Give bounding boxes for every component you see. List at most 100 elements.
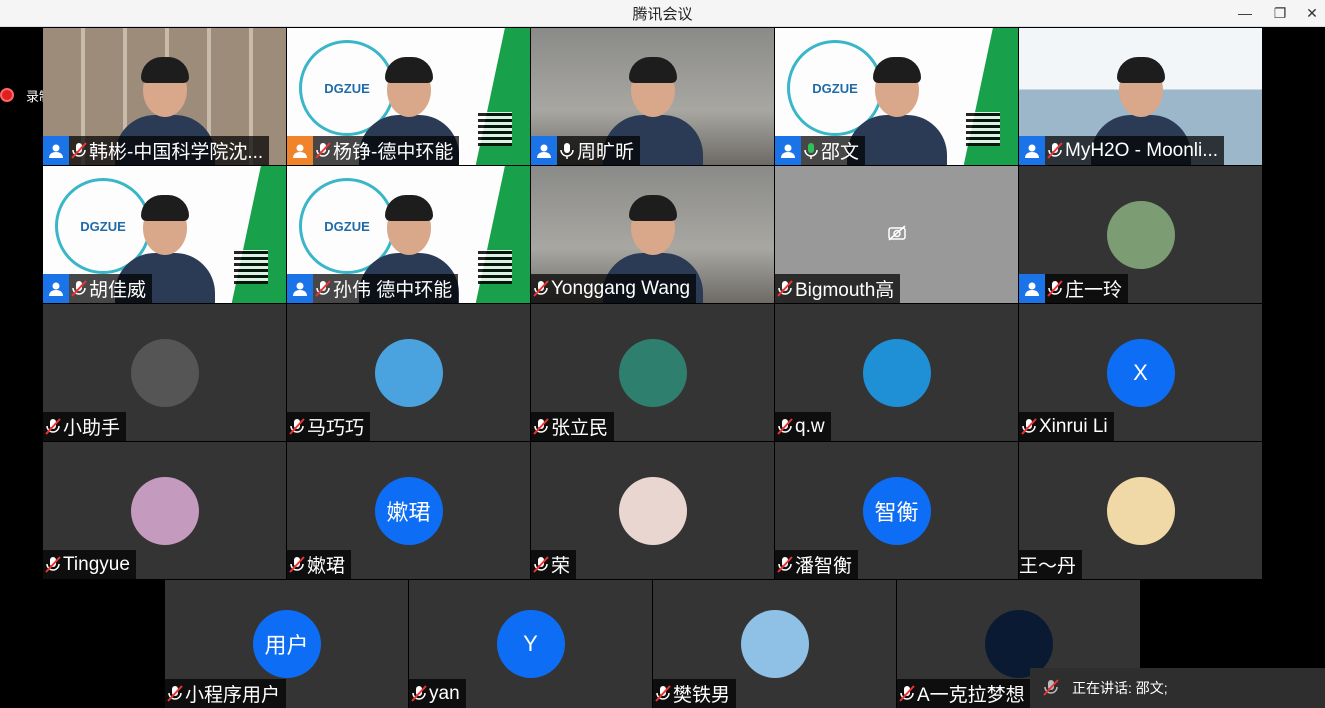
participant-tile[interactable]: DGZUE 邵文 <box>775 28 1018 165</box>
participant-tile[interactable]: X Xinrui Li <box>1019 304 1262 441</box>
participant-label: 小助手 <box>43 412 127 441</box>
avatar-text: 嫰珺 <box>386 499 431 525</box>
participant-tile[interactable]: 周旷昕 <box>531 28 774 165</box>
mic-muted-icon <box>1045 140 1065 162</box>
participant-tile[interactable]: DGZUE 孙伟 德中环能 <box>287 166 530 303</box>
participant-label: 潘智衡 <box>775 550 859 579</box>
avatar: 嫰珺 <box>374 476 443 545</box>
qr-code-icon <box>478 250 512 284</box>
user-icon <box>1019 274 1045 303</box>
participant-name: 小程序用户 <box>185 685 281 706</box>
participant-tile[interactable]: Bigmouth高 <box>775 166 1018 303</box>
user-icon <box>287 136 313 165</box>
participant-label: 小程序用户 <box>165 679 287 708</box>
speaking-text: 正在讲话: 邵文; <box>1072 680 1168 696</box>
participant-label: 荣 <box>531 550 577 579</box>
mic-muted-icon <box>313 140 333 162</box>
mic-muted-icon[interactable] <box>1030 679 1072 697</box>
participant-label: yan <box>409 679 466 708</box>
participant-tile[interactable]: DGZUE 胡佳威 <box>43 166 286 303</box>
participant-tile[interactable]: 马巧巧 <box>287 304 530 441</box>
participant-tile[interactable]: 智衡 潘智衡 <box>775 442 1018 579</box>
participant-tile[interactable]: 用户小程序用户 <box>165 580 408 708</box>
participant-label: 韩彬-中国科学院沈... <box>43 136 270 165</box>
participant-label: 孙伟 德中环能 <box>287 274 459 303</box>
avatar: 智衡 <box>862 476 931 545</box>
mic-icon <box>801 140 821 162</box>
participant-label: MyH2O - Moonli... <box>1019 136 1225 165</box>
participant-label: Bigmouth高 <box>775 274 901 303</box>
participant-tile[interactable]: Yonggang Wang <box>531 166 774 303</box>
participant-label: q.w <box>775 412 831 441</box>
participant-name: 张立民 <box>551 418 609 439</box>
minimize-button[interactable]: — <box>1228 0 1262 26</box>
mic-muted-icon <box>409 683 429 705</box>
participant-name: q.w <box>795 415 825 437</box>
participant-label: 樊铁男 <box>653 679 737 708</box>
avatar-text: 用户 <box>264 633 309 658</box>
participant-name: Tingyue <box>63 553 130 575</box>
participant-tile[interactable]: Yyan <box>409 580 652 708</box>
avatar: 用户 <box>252 610 321 678</box>
user-icon <box>287 274 313 303</box>
mic-muted-icon <box>165 683 185 705</box>
participant-label: 周旷昕 <box>531 136 641 165</box>
avatar-text: 智衡 <box>874 499 919 525</box>
participant-name: A一克拉梦想 <box>917 685 1025 706</box>
mic-muted-icon <box>287 416 307 438</box>
participant-tile[interactable]: MyH2O - Moonli... <box>1019 28 1262 165</box>
mic-muted-icon <box>43 416 63 438</box>
participant-tile[interactable]: Tingyue <box>43 442 286 579</box>
participant-name: Xinrui Li <box>1039 415 1108 437</box>
avatar <box>1106 476 1175 545</box>
participant-label: 杨铮-德中环能 <box>287 136 460 165</box>
participant-name: 樊铁男 <box>673 685 731 706</box>
participant-tile[interactable]: 嫰珺 嫰珺 <box>287 442 530 579</box>
participant-tile[interactable]: 小助手 <box>43 304 286 441</box>
user-icon <box>775 136 801 165</box>
participant-label: 庄一玲 <box>1019 274 1129 303</box>
mic-muted-icon <box>287 554 307 576</box>
participant-name: 周旷昕 <box>577 142 635 163</box>
title-bar: 腾讯会议 — ❐ ✕ <box>0 0 1325 27</box>
participant-name: 小助手 <box>63 418 121 439</box>
qr-code-icon <box>478 112 512 146</box>
mic-muted-icon <box>69 278 89 300</box>
mic-muted-icon <box>775 416 795 438</box>
participant-tile[interactable]: 樊铁男 <box>653 580 896 708</box>
participant-name: 嫰珺 <box>307 556 346 577</box>
avatar <box>374 338 443 407</box>
avatar-text: X <box>1133 359 1148 385</box>
participant-name: 庄一玲 <box>1065 280 1123 301</box>
participant-name: Yonggang Wang <box>551 277 691 299</box>
participant-tile[interactable]: 张立民 <box>531 304 774 441</box>
participant-name: yan <box>429 682 460 704</box>
window-title: 腾讯会议 <box>632 6 693 23</box>
participant-tile[interactable]: q.w <box>775 304 1018 441</box>
participant-name: 杨铮-德中环能 <box>333 142 454 163</box>
maximize-button[interactable]: ❐ <box>1263 0 1297 26</box>
participant-tile[interactable]: 荣 <box>531 442 774 579</box>
avatar <box>130 338 199 407</box>
close-button[interactable]: ✕ <box>1295 0 1325 26</box>
mic-muted-icon <box>1045 278 1065 300</box>
mic-muted-icon <box>775 554 795 576</box>
participant-label: A一克拉梦想 <box>897 679 1031 708</box>
participant-name: 胡佳威 <box>89 280 147 301</box>
avatar <box>618 476 687 545</box>
participant-name: 韩彬-中国科学院沈... <box>89 142 264 163</box>
mic-muted-icon <box>313 278 333 300</box>
camera-off-icon <box>887 224 907 241</box>
qr-code-icon <box>234 250 268 284</box>
participant-label: 王～丹 <box>1019 550 1083 579</box>
participant-tile[interactable]: 庄一玲 <box>1019 166 1262 303</box>
avatar: X <box>1106 338 1175 407</box>
avatar <box>862 338 931 407</box>
mic-muted-icon <box>531 278 551 300</box>
participant-label: Yonggang Wang <box>531 274 697 303</box>
participant-tile[interactable]: 王～丹 <box>1019 442 1262 579</box>
participant-tile[interactable]: DGZUE 杨铮-德中环能 <box>287 28 530 165</box>
mic-muted-icon <box>531 416 551 438</box>
mic-muted-icon <box>531 554 551 576</box>
participant-tile[interactable]: 韩彬-中国科学院沈... <box>43 28 286 165</box>
